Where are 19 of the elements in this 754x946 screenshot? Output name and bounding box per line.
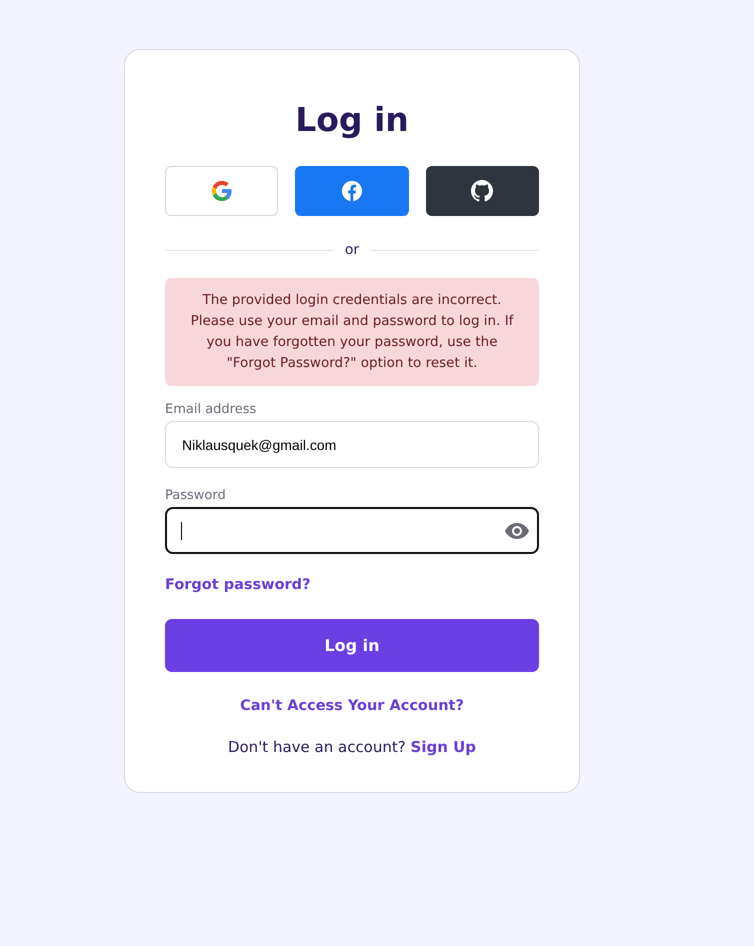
form-title: Log in <box>294 99 410 141</box>
github-button[interactable] <box>426 166 539 216</box>
signup-link[interactable]: Sign Up <box>410 738 476 756</box>
facebook-button[interactable] <box>295 166 409 216</box>
email-field[interactable]: Niklausquek@gmail.com <box>165 421 539 468</box>
facebook-icon <box>340 180 363 202</box>
google-button[interactable] <box>165 166 278 216</box>
forgot-password-link[interactable]: Forgot password? <box>165 577 310 593</box>
google-icon <box>210 180 233 202</box>
field-label: Password <box>165 488 227 503</box>
divider-label: or <box>344 242 360 258</box>
field-label: Email address <box>165 402 258 417</box>
github-icon <box>471 180 494 202</box>
error-alert: The provided login credentials are incorrect. Please use your email and password to log in. If you have forgotten your password, use the "Forgot Password?" option to reset it. <box>165 278 539 386</box>
signup-prompt: Don't have an account? <box>228 738 406 756</box>
account-help-link[interactable]: Can't Access Your Account? <box>240 698 464 714</box>
password-field[interactable] <box>165 507 539 554</box>
login-button[interactable]: Log in <box>165 619 539 672</box>
show-password-icon[interactable] <box>505 523 529 539</box>
